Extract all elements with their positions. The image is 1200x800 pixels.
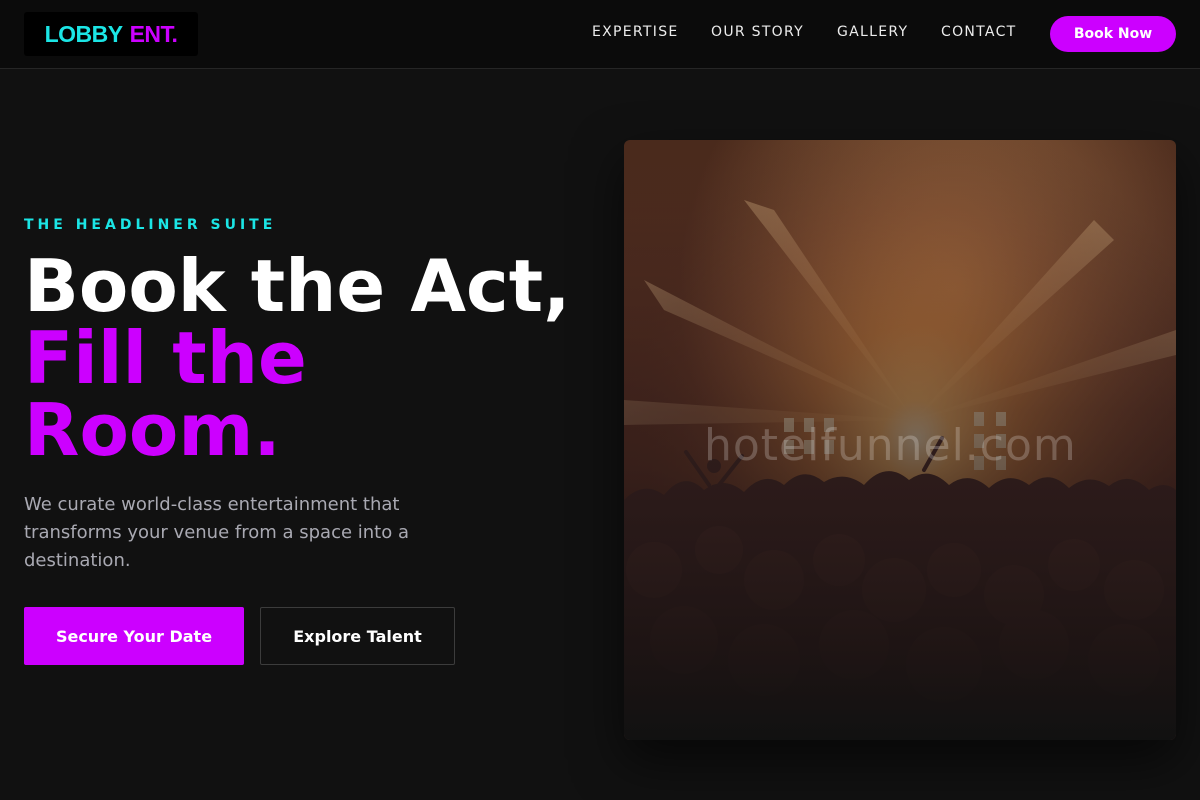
logo-text-primary: LOBBY [44, 20, 124, 47]
image-watermark: hotelfunnel.com [704, 420, 1077, 471]
secure-your-date-button[interactable]: Secure Your Date [24, 607, 244, 665]
explore-talent-button[interactable]: Explore Talent [260, 607, 455, 665]
hero-headline: Book the Act, Fill the Room. [24, 250, 604, 466]
nav-link-gallery[interactable]: GALLERY [837, 24, 908, 40]
headline-line-2: Fill the [24, 316, 307, 400]
hero-concert-image: hotelfunnel.com [624, 140, 1176, 740]
nav-link-contact[interactable]: CONTACT [941, 24, 1017, 40]
logo[interactable]: LOBBY ENT. [24, 12, 198, 56]
logo-text-accent: ENT. [129, 20, 178, 47]
nav-link-expertise[interactable]: EXPERTISE [592, 24, 679, 40]
book-now-button[interactable]: Book Now [1050, 16, 1176, 52]
headline-line-3: Room. [24, 388, 281, 472]
hero-eyebrow: THE HEADLINER SUITE [24, 217, 277, 233]
hero-description: We curate world-class entertainment that… [24, 494, 409, 571]
nav-link-our-story[interactable]: OUR STORY [711, 24, 804, 40]
headline-line-1: Book the Act, [24, 244, 571, 328]
site-header: LOBBY ENT. EXPERTISE OUR STORY GALLERY C… [0, 0, 1200, 69]
